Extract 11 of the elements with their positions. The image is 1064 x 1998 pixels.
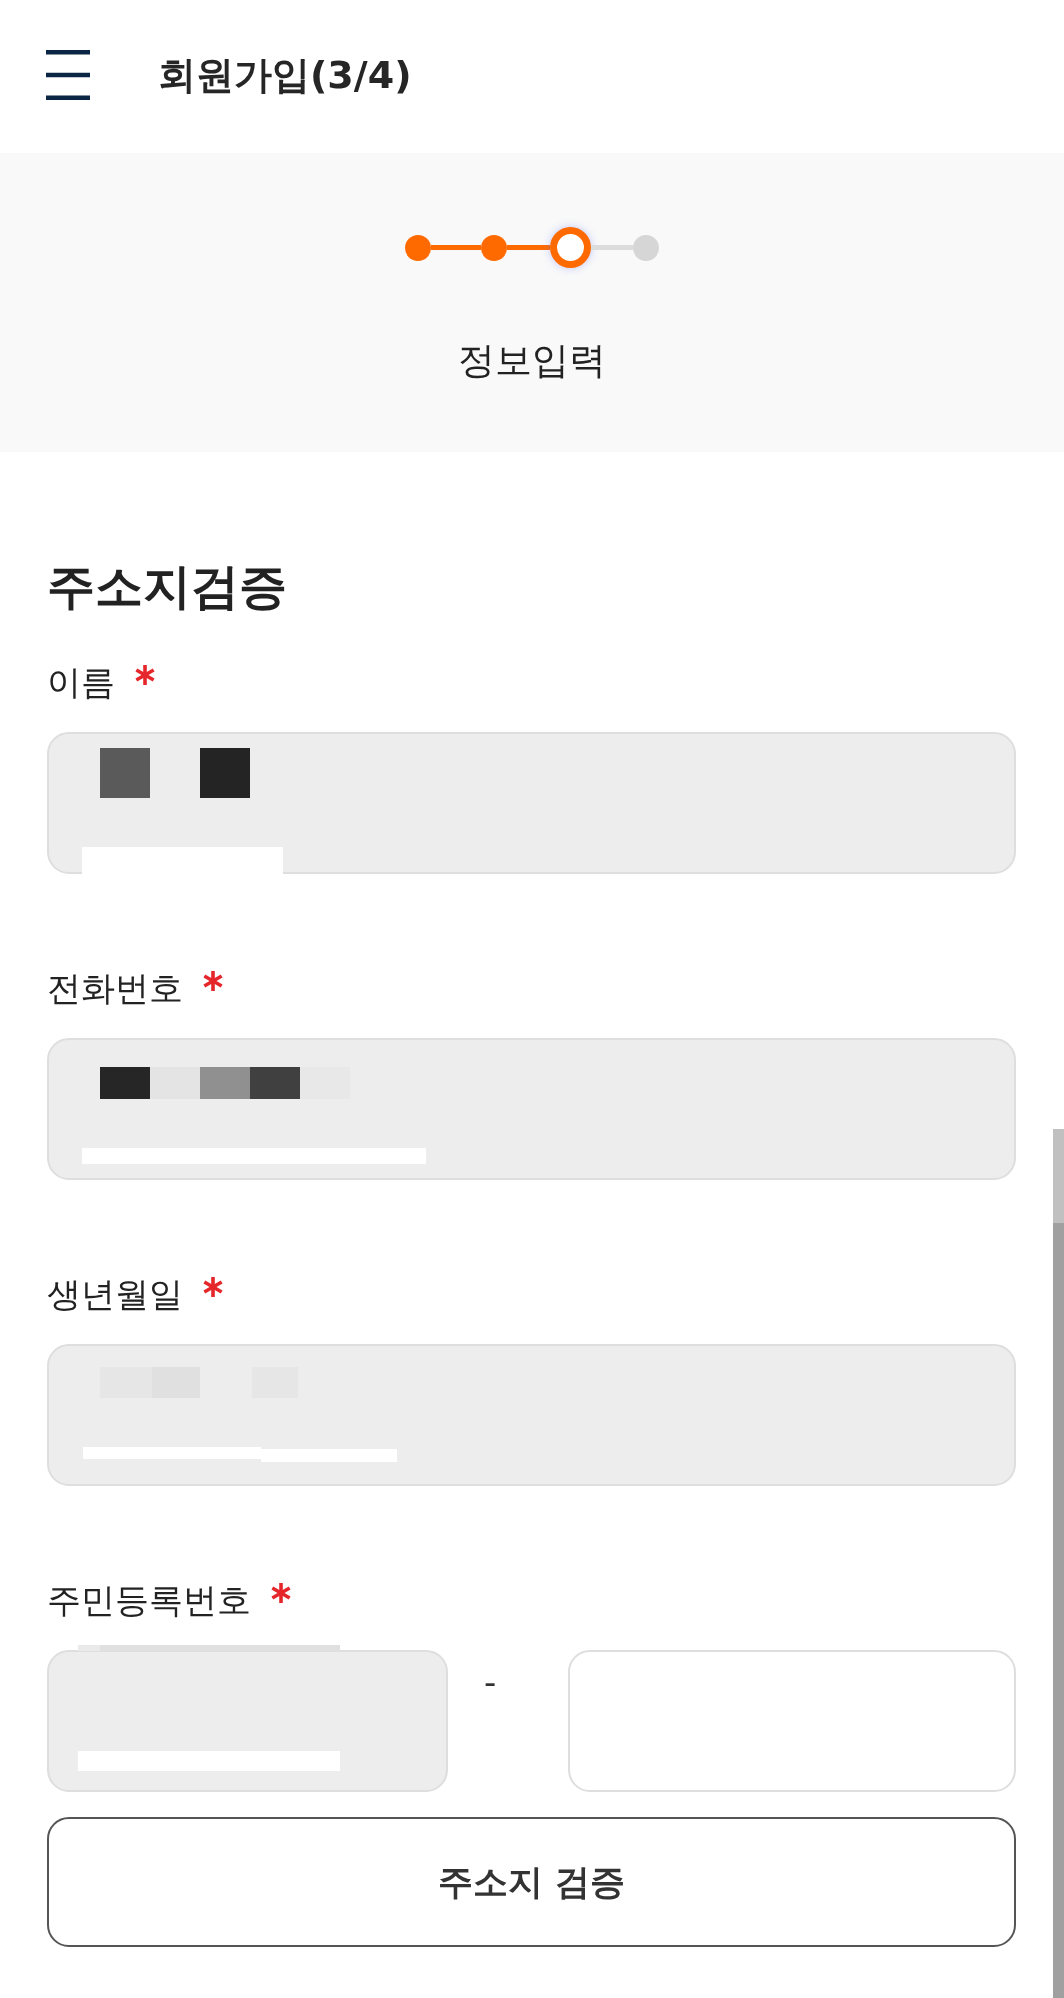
field-label: 생년월일 — [47, 1273, 183, 1316]
field-label: 이름 — [47, 661, 115, 704]
field-label: 주민등록번호 — [47, 1579, 251, 1622]
page-title: 회원가입(3/4) — [158, 51, 412, 98]
menu-icon[interactable] — [46, 50, 90, 100]
separator-text: - — [484, 1661, 497, 1704]
step-label: 정보입력 — [458, 339, 606, 383]
field-label: 전화번호 — [47, 967, 183, 1010]
section-title: 주소지검증 — [47, 557, 288, 616]
verify-address-button[interactable]: 주소지 검증 — [47, 1817, 1016, 1947]
input-field[interactable] — [568, 1650, 1016, 1792]
